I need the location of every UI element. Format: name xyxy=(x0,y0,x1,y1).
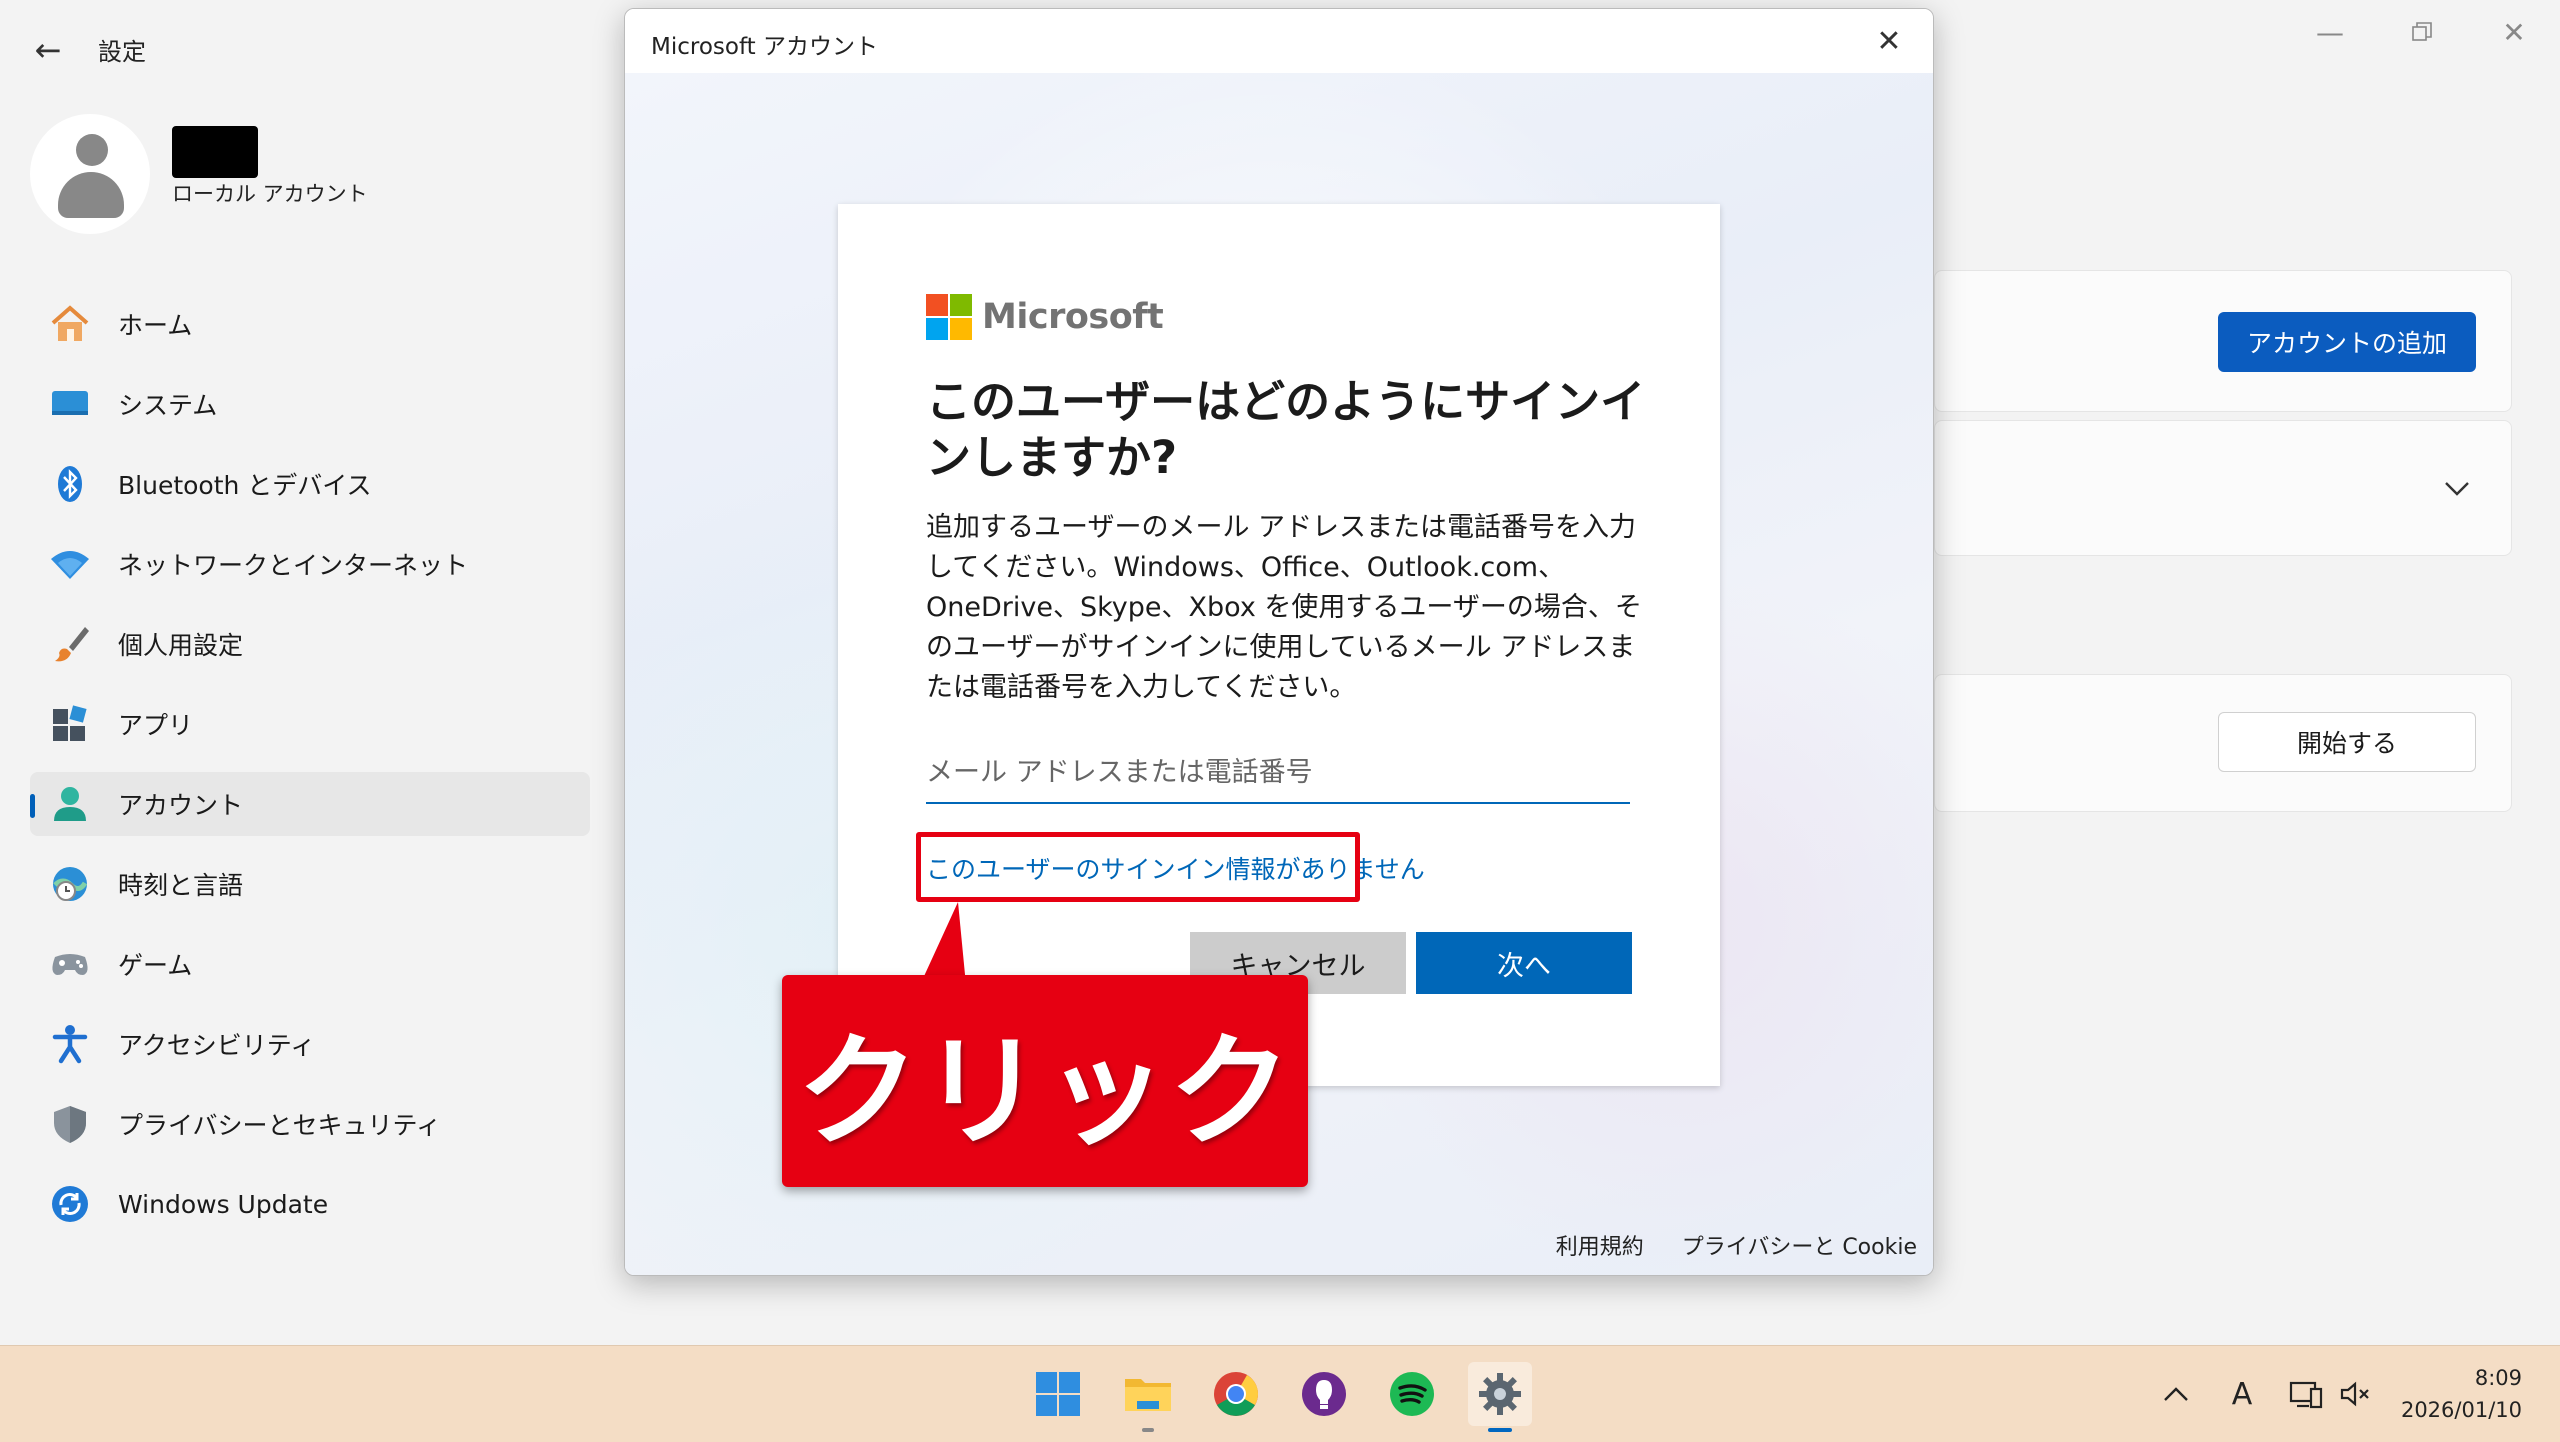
signin-card: Microsoft このユーザーはどのようにサインインしますか? 追加するユーザ… xyxy=(838,204,1720,1086)
sidebar-item-label: システム xyxy=(118,391,218,420)
shield-icon xyxy=(46,1100,94,1148)
email-phone-input[interactable] xyxy=(926,742,1630,804)
close-window-icon[interactable]: ✕ xyxy=(2484,14,2544,50)
windows-start-icon[interactable] xyxy=(1026,1362,1090,1426)
sidebar-item-label: 時刻と言語 xyxy=(118,871,244,900)
back-arrow-icon[interactable]: ← xyxy=(28,31,68,69)
chevron-down-icon[interactable] xyxy=(2444,470,2470,505)
update-icon xyxy=(46,1180,94,1228)
add-account-button[interactable]: アカウントの追加 xyxy=(2218,312,2476,372)
sidebar-item-label: Windows Update xyxy=(118,1189,329,1219)
start-button[interactable]: 開始する xyxy=(2218,712,2476,772)
privacy-cookie-link[interactable]: プライバシーと Cookie xyxy=(1682,1229,1917,1261)
sidebar-item-apps[interactable]: アプリ xyxy=(30,692,590,756)
volume-muted-icon[interactable] xyxy=(2334,1370,2378,1418)
bluetooth-icon xyxy=(46,460,94,508)
sidebar-item-system[interactable]: システム xyxy=(30,372,590,436)
apps-icon xyxy=(46,700,94,748)
spotify-icon[interactable] xyxy=(1380,1362,1444,1426)
redacted-username xyxy=(172,126,258,178)
sidebar-item-network[interactable]: ネットワークとインターネット xyxy=(30,532,590,596)
account-icon xyxy=(46,780,94,828)
terms-link[interactable]: 利用規約 xyxy=(1556,1229,1644,1261)
sidebar-item-label: アカウント xyxy=(118,791,244,820)
microsoft-wordmark: Microsoft xyxy=(982,297,1164,337)
close-icon[interactable]: ✕ xyxy=(1865,19,1913,63)
sidebar-item-label: 個人用設定 xyxy=(118,631,244,660)
callout-text: クリック xyxy=(797,1020,1293,1163)
system-icon xyxy=(46,380,94,428)
home-icon xyxy=(46,300,94,348)
signin-description: 追加するユーザーのメール アドレスまたは電話番号を入力してください。Window… xyxy=(926,512,1642,703)
sidebar-item-bluetooth[interactable]: Bluetooth とデバイス xyxy=(30,452,590,516)
smart-bulb-icon[interactable] xyxy=(1292,1362,1356,1426)
active-indicator xyxy=(1488,1428,1512,1432)
taskbar: A 8:09 2026/01/10 xyxy=(0,1345,2560,1442)
avatar xyxy=(30,114,150,234)
sidebar-item-windows-update[interactable]: Windows Update xyxy=(30,1172,590,1236)
accessibility-icon xyxy=(46,1020,94,1068)
sidebar-item-privacy[interactable]: プライバシーとセキュリティ xyxy=(30,1092,590,1156)
sidebar-item-label: プライバシーとセキュリティ xyxy=(118,1111,442,1140)
app-title: 設定 xyxy=(98,38,146,66)
sidebar-item-label: ゲーム xyxy=(118,951,193,980)
sidebar-item-personalization[interactable]: 個人用設定 xyxy=(30,612,590,676)
chrome-icon[interactable] xyxy=(1204,1362,1268,1426)
wifi-icon xyxy=(46,540,94,588)
highlight-box xyxy=(916,832,1360,902)
restore-icon[interactable] xyxy=(2392,14,2452,50)
sidebar-item-label: ネットワークとインターネット xyxy=(118,551,469,580)
sidebar-item-label: アプリ xyxy=(118,711,194,740)
time-language-icon xyxy=(46,860,94,908)
ime-indicator[interactable]: A xyxy=(2222,1370,2262,1418)
sidebar-item-home[interactable]: ホーム xyxy=(30,292,590,356)
sidebar-nav: ホーム システム Bluetooth とデバイス ネットワークとインターネット … xyxy=(30,292,590,1252)
next-button[interactable]: 次へ xyxy=(1416,932,1632,994)
clock-date: 2026/01/10 xyxy=(2400,1398,2522,1422)
microsoft-logo: Microsoft xyxy=(926,294,1164,340)
network-icon[interactable] xyxy=(2284,1370,2328,1418)
sidebar-item-label: アクセシビリティ xyxy=(118,1031,316,1060)
sidebar-item-accessibility[interactable]: アクセシビリティ xyxy=(30,1012,590,1076)
system-clock[interactable]: 8:09 2026/01/10 xyxy=(2401,1362,2522,1426)
chevron-up-icon[interactable] xyxy=(2156,1370,2196,1418)
file-explorer-icon[interactable] xyxy=(1116,1362,1180,1432)
microsoft-logo-icon xyxy=(926,294,972,340)
sidebar-item-label: ホーム xyxy=(118,311,193,340)
dialog-title: Microsoft アカウント xyxy=(651,34,878,60)
expandable-card[interactable] xyxy=(1934,420,2512,556)
brush-icon xyxy=(46,620,94,668)
running-indicator xyxy=(1142,1428,1154,1432)
settings-gear-icon[interactable] xyxy=(1468,1362,1532,1432)
sidebar-item-accounts[interactable]: アカウント xyxy=(30,772,590,836)
click-callout: クリック xyxy=(782,975,1308,1187)
minimize-icon[interactable]: — xyxy=(2300,14,2360,50)
sidebar-item-gaming[interactable]: ゲーム xyxy=(30,932,590,996)
gamepad-icon xyxy=(46,940,94,988)
dialog-footer: 利用規約 プライバシーと Cookie xyxy=(1556,1229,1917,1261)
clock-time: 8:09 xyxy=(2474,1366,2522,1390)
sidebar-item-label: Bluetooth とデバイス xyxy=(118,471,372,500)
sidebar-item-time-language[interactable]: 時刻と言語 xyxy=(30,852,590,916)
account-type-label: ローカル アカウント xyxy=(172,182,368,206)
signin-heading: このユーザーはどのようにサインインしますか? xyxy=(926,375,1646,484)
